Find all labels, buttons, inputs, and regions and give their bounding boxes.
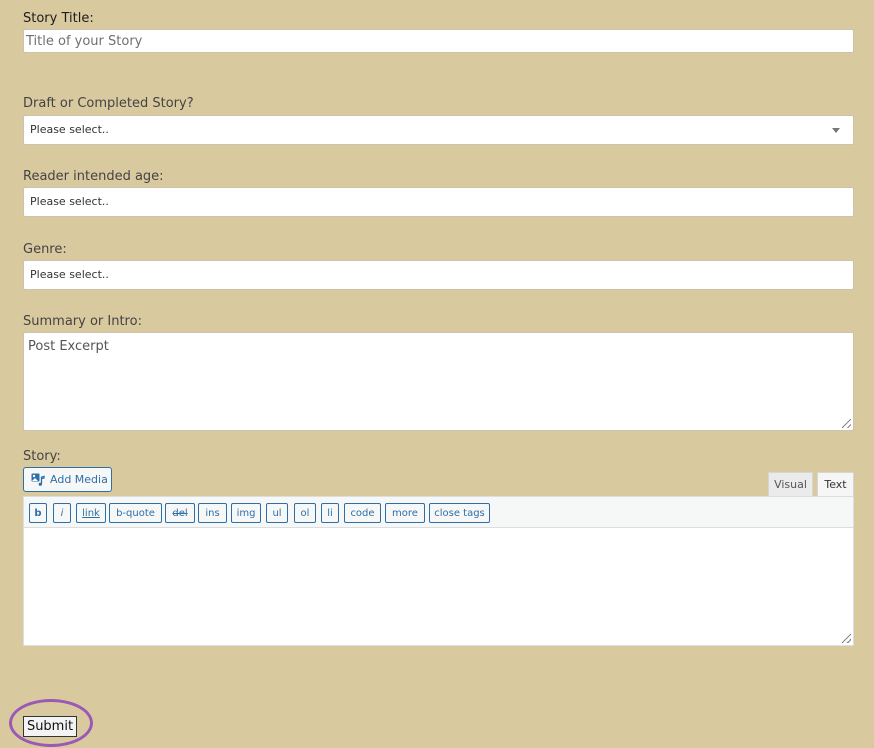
story-status-value: Please select.. bbox=[30, 123, 109, 136]
story-label: Story: bbox=[23, 449, 61, 464]
tab-text[interactable]: Text bbox=[817, 472, 854, 496]
story-title-input[interactable] bbox=[23, 29, 854, 53]
img-button[interactable]: img bbox=[231, 503, 261, 523]
reader-age-select[interactable]: Please select.. bbox=[23, 187, 854, 217]
ol-button[interactable]: ol bbox=[294, 503, 316, 523]
resize-handle-icon[interactable] bbox=[842, 634, 851, 643]
more-button[interactable]: more bbox=[385, 503, 425, 523]
summary-label: Summary or Intro: bbox=[23, 314, 142, 329]
reader-age-label: Reader intended age: bbox=[23, 169, 164, 184]
story-status-label: Draft or Completed Story? bbox=[23, 96, 194, 111]
del-button[interactable]: del bbox=[165, 503, 195, 523]
close-tags-button[interactable]: close tags bbox=[429, 503, 490, 523]
add-media-label: Add Media bbox=[50, 473, 108, 486]
chevron-down-icon bbox=[832, 128, 840, 133]
submit-button[interactable]: Submit bbox=[23, 716, 77, 737]
summary-placeholder: Post Excerpt bbox=[28, 339, 109, 354]
tab-visual[interactable]: Visual bbox=[768, 472, 813, 496]
blockquote-button[interactable]: b-quote bbox=[109, 503, 162, 523]
genre-select[interactable]: Please select.. bbox=[23, 260, 854, 290]
li-button[interactable]: li bbox=[321, 503, 339, 523]
add-media-button[interactable]: Add Media bbox=[23, 467, 112, 492]
editor-toolbar: b i link b-quote del ins img ul ol li co… bbox=[23, 496, 854, 528]
resize-handle-icon[interactable] bbox=[842, 419, 851, 428]
bold-button[interactable]: b bbox=[29, 503, 47, 523]
link-button[interactable]: link bbox=[76, 503, 106, 523]
genre-label: Genre: bbox=[23, 242, 67, 257]
summary-textarea[interactable]: Post Excerpt bbox=[23, 332, 854, 431]
story-title-label: Story Title: bbox=[23, 11, 94, 26]
italic-button[interactable]: i bbox=[53, 503, 71, 523]
ins-button[interactable]: ins bbox=[198, 503, 227, 523]
ul-button[interactable]: ul bbox=[266, 503, 288, 523]
genre-value: Please select.. bbox=[30, 268, 109, 281]
code-button[interactable]: code bbox=[344, 503, 381, 523]
media-icon bbox=[31, 473, 45, 486]
story-editor-textarea[interactable] bbox=[23, 527, 854, 646]
story-status-select[interactable]: Please select.. bbox=[23, 115, 854, 145]
reader-age-value: Please select.. bbox=[30, 195, 109, 208]
